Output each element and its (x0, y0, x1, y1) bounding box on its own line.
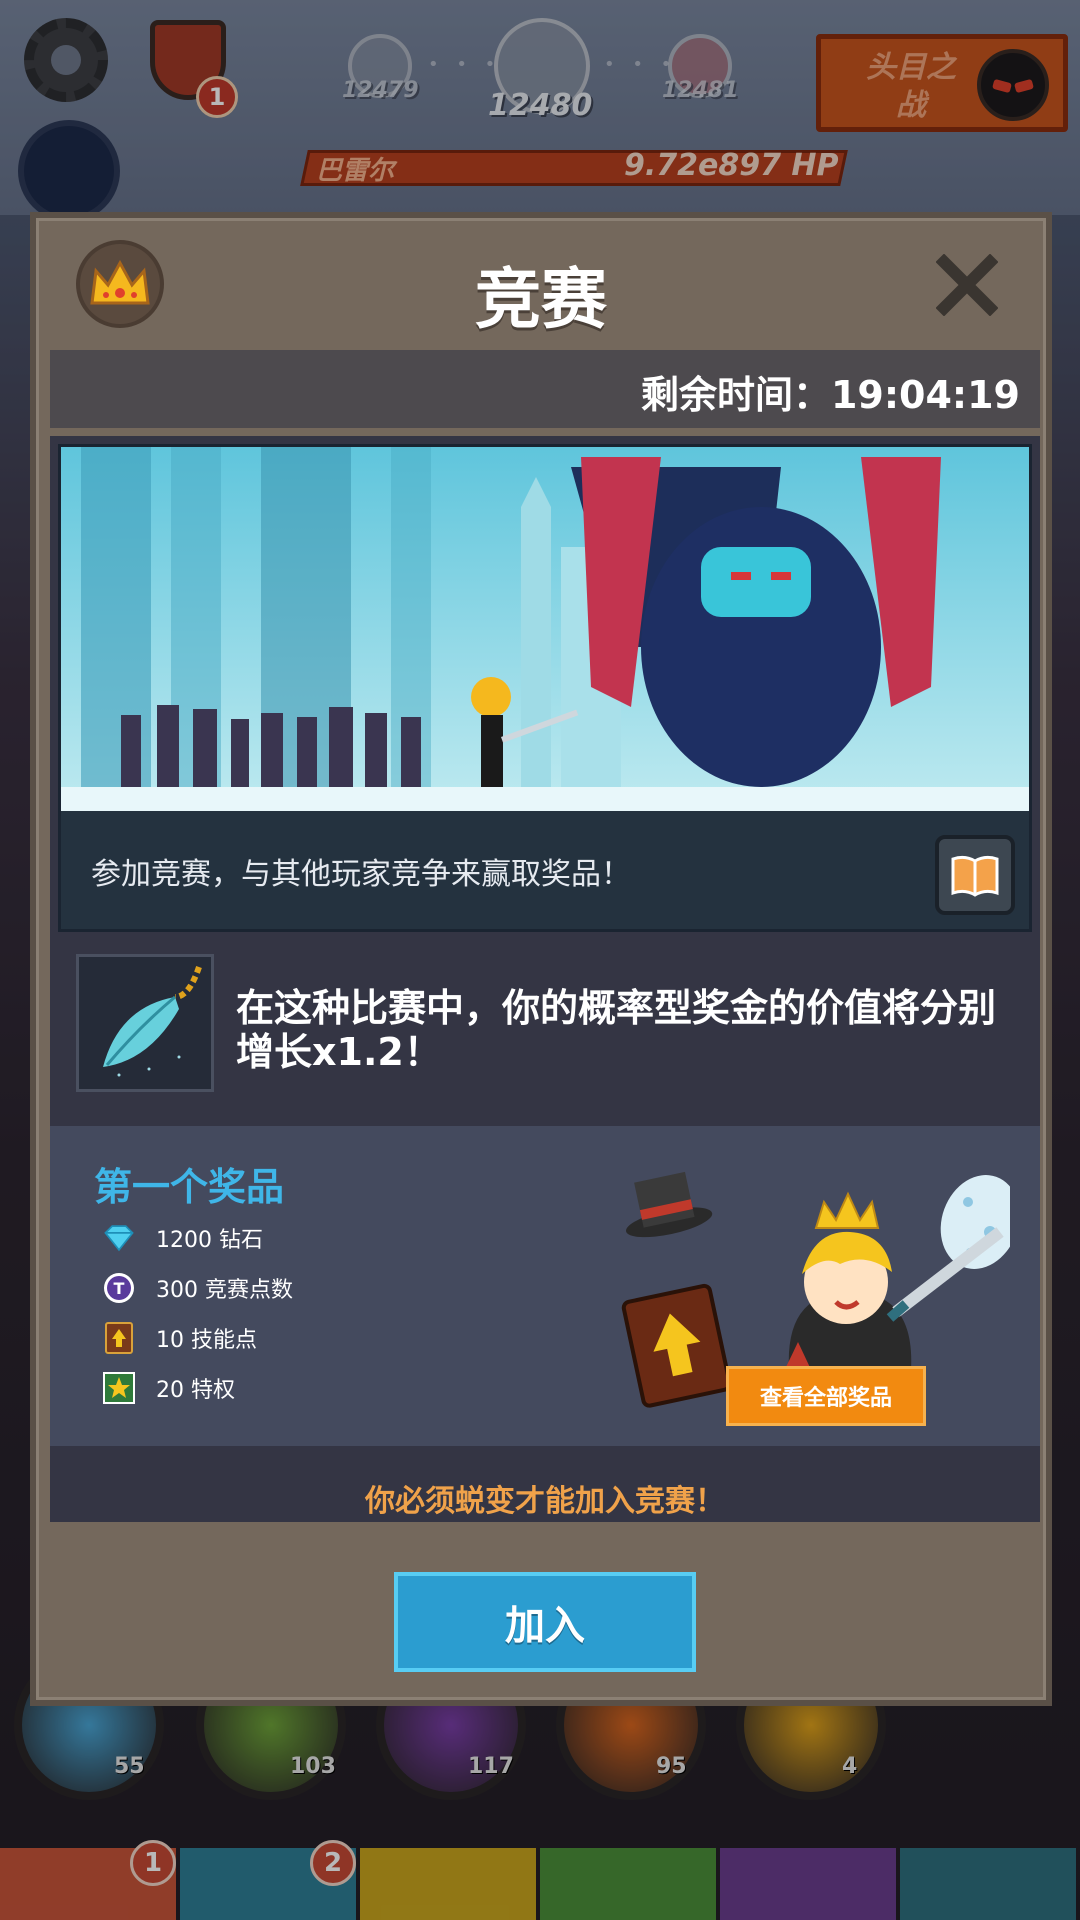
tournament-banner: 参加竞赛，与其他玩家竞争来赢取奖品！ (58, 444, 1032, 932)
info-book-icon[interactable] (935, 835, 1015, 915)
banner-caption: 参加竞赛，与其他玩家竞争来赢取奖品！ (91, 857, 631, 892)
close-icon[interactable] (932, 250, 1002, 320)
ascension-required-warning: 你必须蜕变才能加入竞赛！ (365, 1484, 725, 1519)
tournament-modal: 竞赛 剩余时间：19:04:19 参加竞赛，与其他玩家竞争来赢取奖品！ 在这种比… (30, 212, 1052, 1706)
tournament-point-icon: T (102, 1271, 136, 1305)
banner-illustration (61, 447, 1029, 811)
banner-caption-bar: 参加竞赛，与其他玩家竞争来赢取奖品！ (61, 811, 1029, 929)
time-remaining-text: 剩余时间：19:04:19 (640, 373, 1020, 417)
time-remaining-bar: 剩余时间：19:04:19 (50, 350, 1040, 428)
view-all-prizes-button[interactable]: 查看全部奖品 (726, 1366, 926, 1426)
modal-content: 参加竞赛，与其他玩家竞争来赢取奖品！ 在这种比赛中，你的概率型奖金的价值将分别增… (50, 436, 1040, 1522)
svg-text:T: T (114, 1279, 125, 1298)
first-prize-panel: 第一个奖品 1200 钻石 T 300 竞赛点数 10 技能点 20 特权 查看… (50, 1126, 1040, 1446)
modal-header: 竞赛 (36, 218, 1046, 348)
prize-line-diamonds: 1200 钻石 (102, 1218, 263, 1258)
skill-point-icon (102, 1321, 136, 1355)
first-prize-heading: 第一个奖品 (94, 1165, 285, 1209)
prize-label-tournament-points: 300 竞赛点数 (156, 1278, 293, 1303)
prize-line-perks: 20 特权 (102, 1368, 235, 1408)
bonus-row: 在这种比赛中，你的概率型奖金的价值将分别增长x1.2！ (50, 940, 1040, 1110)
prize-line-skill-points: 10 技能点 (102, 1318, 257, 1358)
prize-line-tournament-points: T 300 竞赛点数 (102, 1268, 293, 1308)
perk-star-icon (102, 1371, 136, 1405)
join-button[interactable]: 加入 (394, 1572, 696, 1672)
modal-title: 竞赛 (475, 261, 607, 338)
diamond-icon (102, 1221, 136, 1255)
feather-necklace-icon (76, 954, 214, 1092)
bonus-description: 在这种比赛中，你的概率型奖金的价值将分别增长x1.2！ (236, 986, 997, 1074)
prize-label-perks: 20 特权 (156, 1378, 235, 1403)
prize-label-skill-points: 10 技能点 (156, 1328, 257, 1353)
prize-label-diamonds: 1200 钻石 (156, 1228, 263, 1253)
